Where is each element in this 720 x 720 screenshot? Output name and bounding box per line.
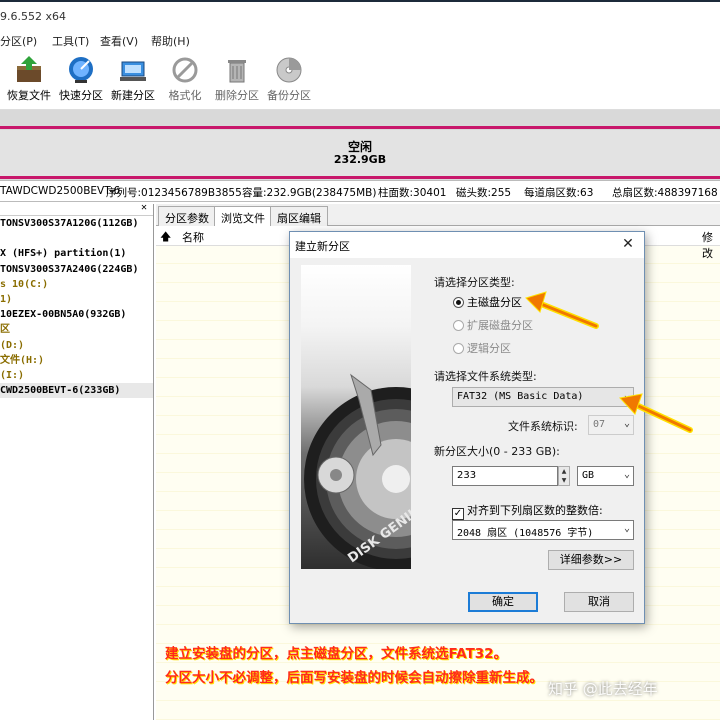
annotation-arrows (525, 291, 693, 433)
arrow-icon (525, 291, 599, 329)
arrow-icon (619, 393, 693, 433)
